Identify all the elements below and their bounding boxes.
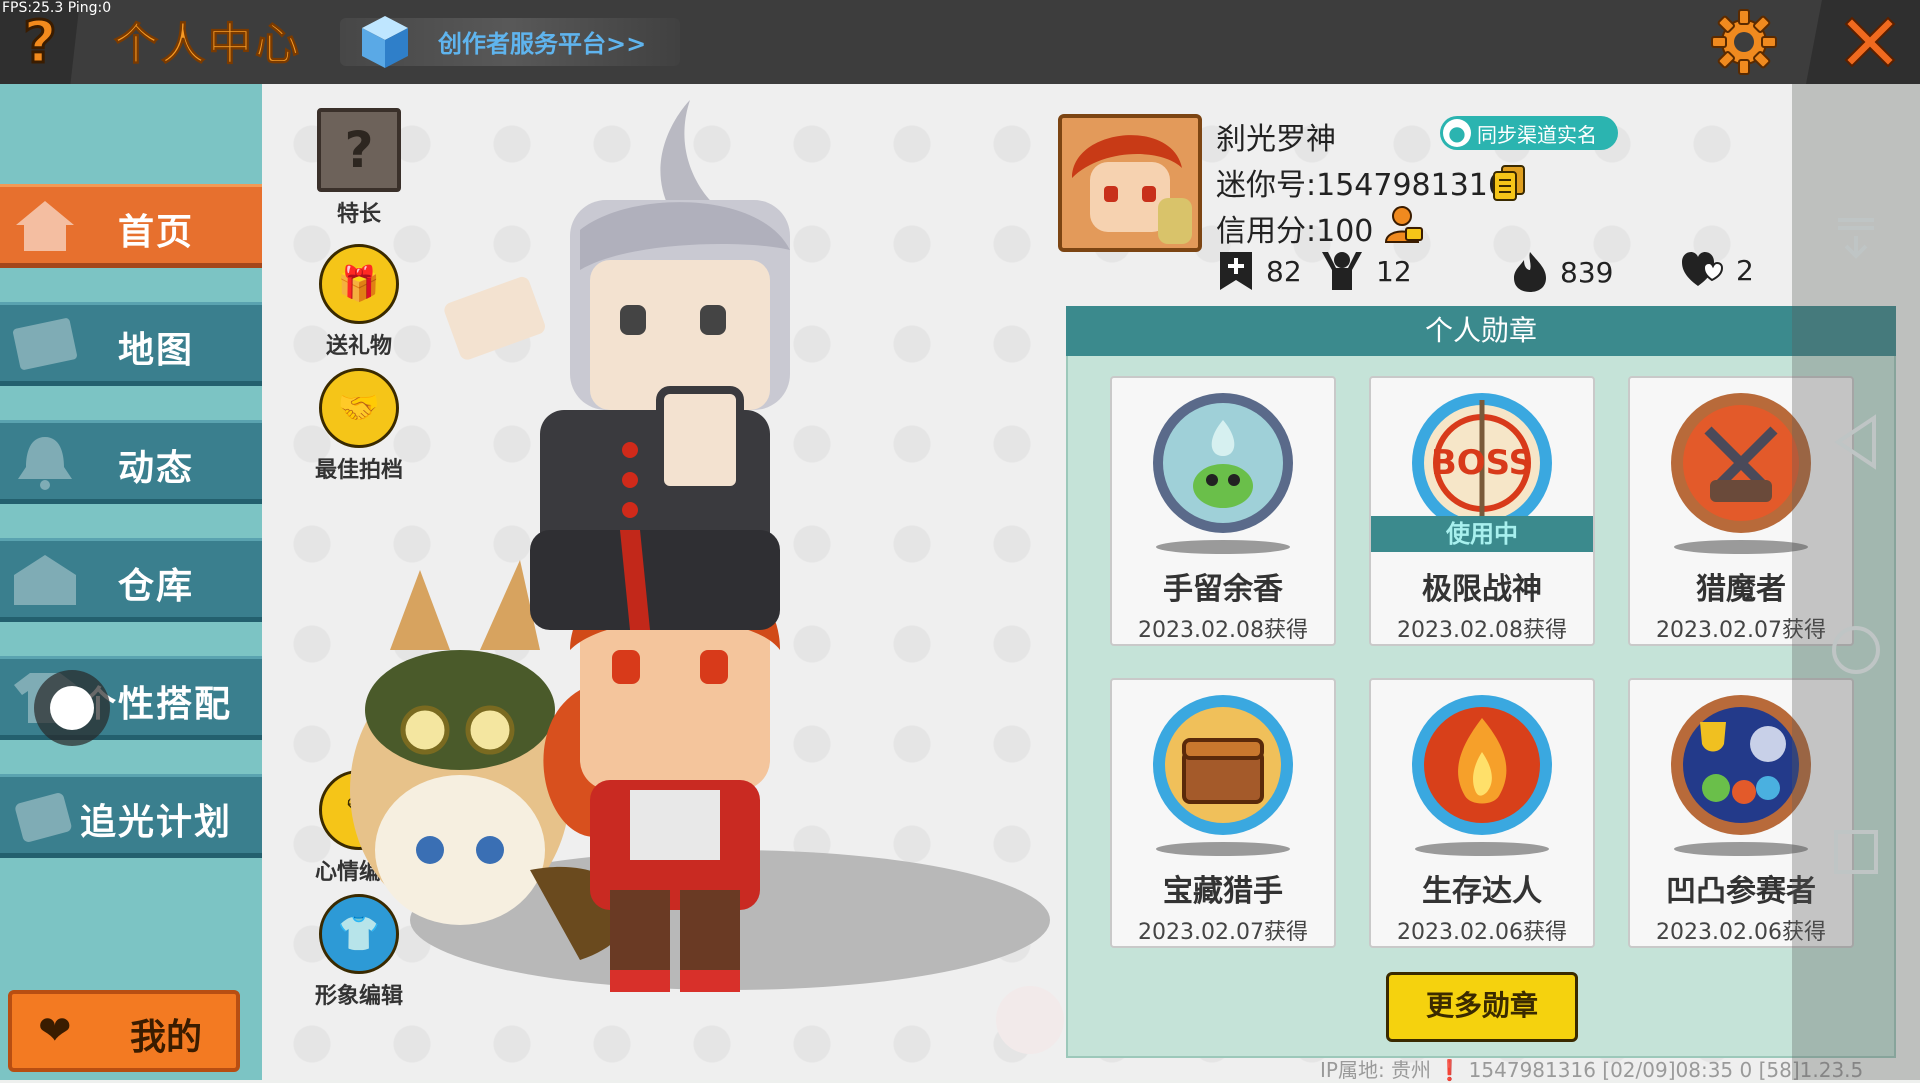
cheer-person-icon	[1322, 252, 1362, 290]
stat-popularity: 839	[1510, 250, 1613, 294]
stat-fans-value: 12	[1376, 254, 1412, 288]
bun-decoration	[996, 986, 1064, 1054]
medal-name: 生存达人	[1422, 874, 1542, 909]
credit-score: 信用分:100	[1216, 214, 1374, 249]
settings-gear-icon[interactable]	[1710, 8, 1778, 76]
medal-card[interactable]: 宝藏猎手 2023.02.07获得	[1110, 678, 1336, 948]
sidebar-item-label: 追光计划	[79, 802, 232, 843]
medal-date: 2023.02.06获得	[1397, 920, 1567, 945]
stat-popularity-value: 839	[1560, 255, 1614, 289]
creator-platform-label[interactable]: 创作者服务平台>>	[438, 24, 646, 59]
back-triangle-icon[interactable]	[1832, 414, 1880, 470]
medal-card[interactable]: BOSS 使用中 极限战神 2023.02.08获得	[1369, 376, 1595, 646]
android-nav-overlay	[1792, 84, 1920, 1080]
sidebar-item-map[interactable]: 地图	[0, 302, 262, 386]
medal-shadow	[1156, 540, 1290, 554]
recents-square-icon[interactable]	[1832, 828, 1880, 876]
medal-card[interactable]: 手留余香 2023.02.08获得	[1110, 376, 1336, 646]
medal-name: 宝藏猎手	[1163, 874, 1283, 909]
sidebar-item-warehouse[interactable]: 仓库	[0, 538, 262, 622]
sync-realname-label: 同步渠道实名	[1477, 122, 1597, 147]
sidebar-item-feed[interactable]: 动态	[0, 420, 262, 504]
sidebar-item-label: 地图	[117, 330, 194, 371]
footer-info: IP属地: 贵州 ❗ 1547981316 [02/09]08:35 0 [58…	[1320, 1058, 1864, 1082]
sidebar-item-home[interactable]: 首页	[0, 184, 262, 268]
medal-name: 极限战神	[1422, 572, 1542, 607]
sidebar-item-label: 动态	[117, 448, 194, 489]
page-title: 个人中心	[114, 19, 302, 71]
character-showcase	[350, 100, 1064, 1054]
avatar-portrait-image	[1062, 118, 1198, 248]
profile-avatar[interactable]	[1058, 114, 1202, 252]
question-icon: ?	[22, 7, 59, 78]
creator-cube-icon	[362, 16, 408, 68]
medal-date: 2023.02.07获得	[1138, 920, 1308, 945]
player-name: 刹光罗神	[1216, 122, 1336, 157]
collapse-down-icon[interactable]	[1832, 214, 1880, 262]
svg-text:BOSS: BOSS	[1431, 443, 1533, 483]
floating-assistive-ball[interactable]	[34, 670, 110, 746]
medal-survival-expert-icon	[1412, 695, 1552, 835]
copy-icon[interactable]	[1492, 164, 1526, 202]
stat-plus-value: 82	[1266, 254, 1302, 288]
credit-person-icon[interactable]	[1384, 204, 1424, 244]
stat-plus: 82	[1216, 250, 1302, 292]
person-icon: ●	[1443, 119, 1471, 147]
more-medals-button[interactable]: 更多勋章	[1386, 972, 1578, 1042]
sidebar-item-light-plan[interactable]: 追光计划	[0, 774, 262, 858]
medal-hand-fragrance-icon	[1153, 393, 1293, 533]
medal-card[interactable]: 生存达人 2023.02.06获得	[1369, 678, 1595, 948]
medal-shadow	[1674, 540, 1808, 554]
medal-treasure-hunter-icon	[1153, 695, 1293, 835]
home-circle-icon[interactable]	[1830, 624, 1882, 676]
hearts-icon	[1682, 252, 1724, 286]
avatar-girl-image	[444, 100, 790, 630]
flame-icon	[1514, 252, 1546, 292]
in-use-badge: 使用中	[1371, 516, 1593, 552]
medal-panel-title: 个人勋章	[1066, 306, 1896, 356]
stat-fans: 12	[1318, 250, 1412, 292]
stat-likes: 2	[1680, 250, 1754, 290]
medal-date: 2023.02.08获得	[1138, 618, 1308, 643]
close-icon[interactable]	[1838, 10, 1902, 74]
medal-name: 手留余香	[1163, 572, 1283, 607]
bookmark-plus-icon	[1220, 252, 1252, 290]
medal-boss-icon: BOSS	[1412, 393, 1552, 533]
mine-label: 我的	[130, 1017, 203, 1058]
heart-icon: ❤	[38, 1008, 72, 1054]
medal-date: 2023.02.08获得	[1397, 618, 1567, 643]
sync-realname-button[interactable]: ● 同步渠道实名	[1440, 116, 1618, 150]
mine-button[interactable]: ❤ 我的	[8, 990, 240, 1072]
fps-readout: FPS:25.3 Ping:0	[2, 0, 112, 16]
medal-shadow	[1674, 842, 1808, 856]
mini-id: 迷你号:1547981316	[1216, 168, 1507, 203]
sidebar-item-label: 首页	[117, 212, 194, 253]
sidebar-item-label: 仓库	[117, 566, 194, 607]
stat-likes-value: 2	[1736, 253, 1754, 287]
medal-shadow	[1415, 842, 1549, 856]
medal-shadow	[1156, 842, 1290, 856]
